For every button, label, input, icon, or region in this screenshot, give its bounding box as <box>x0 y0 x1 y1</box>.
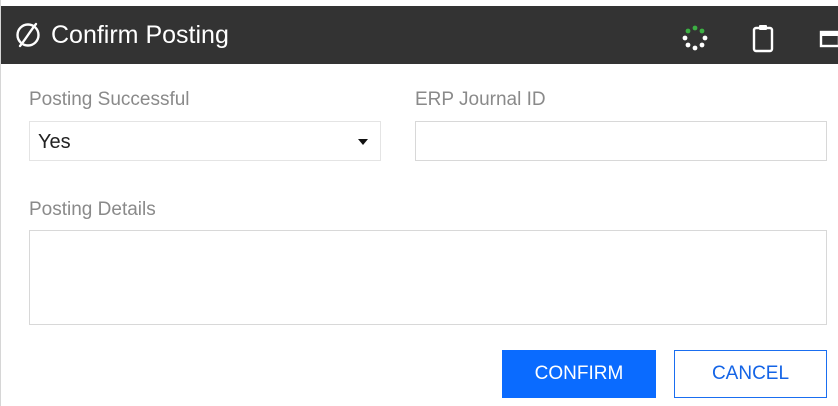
posting-details-textarea[interactable] <box>29 230 827 325</box>
posting-successful-label: Posting Successful <box>29 89 190 110</box>
erp-journal-id-label: ERP Journal ID <box>415 89 546 110</box>
erp-journal-id-field[interactable] <box>415 121 827 161</box>
dialog-titlebar: Confirm Posting <box>1 6 838 64</box>
slashed-circle-logo-icon <box>16 22 40 48</box>
posting-details-label: Posting Details <box>29 199 156 220</box>
posting-successful-value: Yes <box>38 131 71 153</box>
posting-successful-select[interactable]: Yes <box>29 121 381 161</box>
spinner-icon <box>682 25 708 51</box>
clipboard-icon[interactable] <box>751 23 775 53</box>
window-icon[interactable] <box>819 28 838 50</box>
chevron-down-icon <box>358 139 368 145</box>
cancel-button[interactable]: CANCEL <box>674 350 827 398</box>
dialog-title: Confirm Posting <box>51 21 229 49</box>
confirm-posting-dialog: Confirm Posting Posting Successful Yes E… <box>0 0 838 406</box>
confirm-button[interactable]: CONFIRM <box>502 350 656 398</box>
